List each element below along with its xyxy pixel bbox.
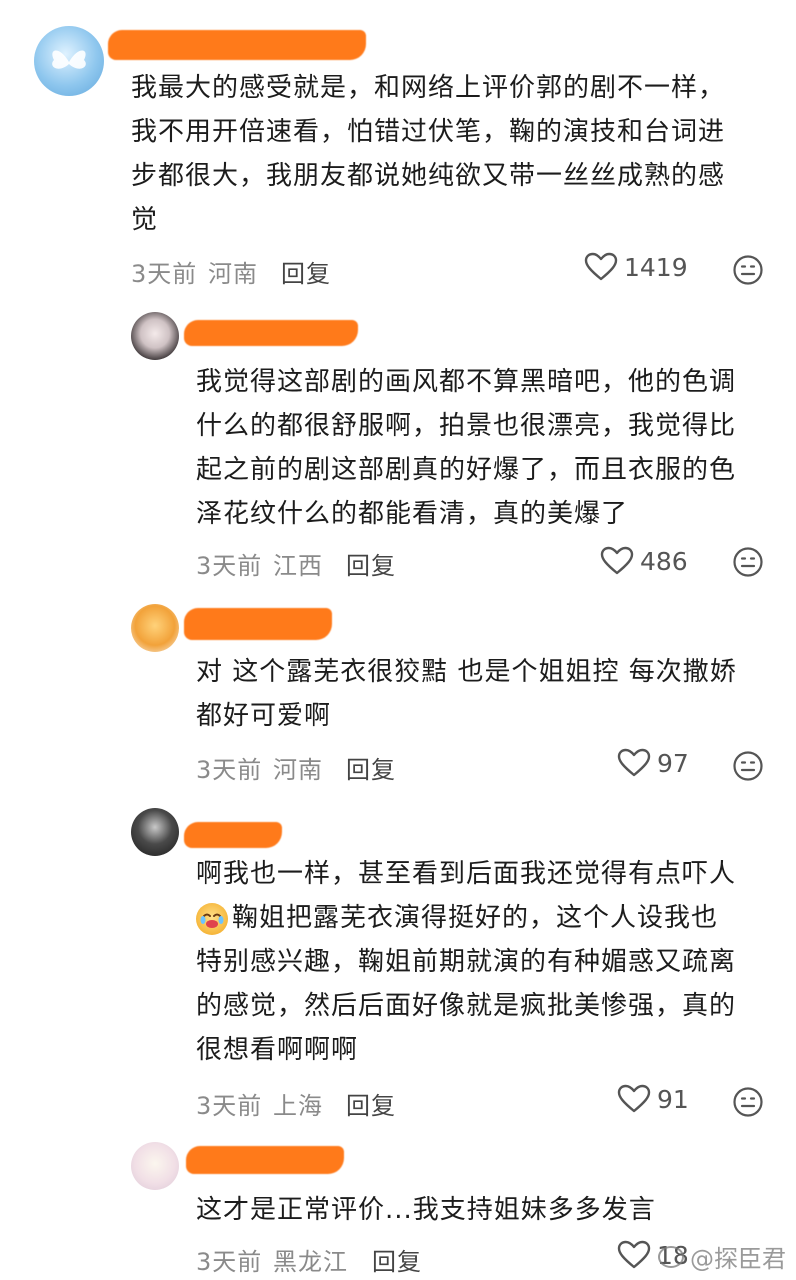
comment-line: 觉	[131, 205, 159, 235]
comment-location: 上海	[273, 1092, 323, 1120]
comment-line: 都好可爱啊	[196, 701, 332, 731]
avatar[interactable]	[131, 312, 179, 360]
heart-icon	[617, 748, 651, 777]
comment-time: 3天前	[131, 260, 198, 288]
reply-button[interactable]: 回复	[372, 1242, 422, 1277]
comment-text: 我觉得这部剧的画风都不算黑暗吧，他的色调 什么的都很舒服啊，拍景也很漂亮，我觉得…	[196, 360, 736, 536]
heart-icon	[600, 546, 634, 575]
comment-line: 步都很大，我朋友都说她纯欲又带一丝丝成熟的感	[131, 161, 726, 191]
like-count: 1419	[624, 252, 688, 282]
comment-time: 3天前	[196, 552, 263, 580]
like-button[interactable]: 97	[617, 748, 689, 778]
username-redacted[interactable]	[184, 822, 282, 848]
comment-line: 啊我也一样，甚至看到后面我还觉得有点吓人	[196, 859, 737, 889]
like-count: 486	[640, 546, 688, 576]
comment-location: 黑龙江	[273, 1248, 348, 1276]
heart-icon	[617, 1084, 651, 1113]
username-redacted[interactable]	[186, 1146, 344, 1174]
crying-laughing-emoji-icon	[196, 903, 228, 935]
comment-line: 什么的都很舒服啊，拍景也很漂亮，我觉得比	[196, 411, 737, 441]
emoji-react-icon[interactable]	[732, 546, 764, 578]
comment-line: 起之前的剧这部剧真的好爆了，而且衣服的色	[196, 455, 737, 485]
comment-line: 特别感兴趣，鞠姐前期就演的有种媚惑又疏离	[196, 947, 737, 977]
like-button[interactable]: 91	[617, 1084, 689, 1114]
comment-time: 3天前	[196, 1248, 263, 1276]
comment-text: 这才是正常评价...我支持姐妹多多发言	[196, 1188, 656, 1232]
reply-button[interactable]: 回复	[346, 750, 396, 785]
username-redacted[interactable]	[184, 608, 332, 640]
like-count: 91	[657, 1084, 689, 1114]
comment-time: 3天前	[196, 1092, 263, 1120]
comment-text: 啊我也一样，甚至看到后面我还觉得有点吓人 鞠姐把露芜衣演得挺好的，这个人设我也 …	[196, 852, 736, 1072]
emoji-react-icon[interactable]	[732, 1086, 764, 1118]
butterfly-icon	[52, 50, 86, 69]
like-button[interactable]: 486	[600, 546, 688, 576]
heart-icon	[617, 1240, 651, 1269]
like-button[interactable]: 1419	[584, 252, 688, 282]
weibo-logo-icon	[658, 1245, 684, 1268]
comment-line: 很想看啊啊啊	[196, 1035, 359, 1065]
comment-line: 这才是正常评价...我支持姐妹多多发言	[196, 1195, 656, 1225]
watermark-text: @探臣君	[690, 1245, 786, 1273]
comment-line: 的感觉，然后后面好像就是疯批美惨强，真的	[196, 991, 737, 1021]
reply-button[interactable]: 回复	[346, 1086, 396, 1121]
comment-line: 我最大的感受就是，和网络上评价郭的剧不一样，	[131, 73, 726, 103]
avatar[interactable]	[34, 26, 104, 96]
like-count: 97	[657, 748, 689, 778]
avatar[interactable]	[131, 808, 179, 856]
heart-icon	[584, 252, 618, 281]
comment-location: 河南	[273, 756, 323, 784]
comment-line: 泽花纹什么的都能看清，真的美爆了	[196, 499, 629, 529]
comment-time: 3天前	[196, 756, 263, 784]
comment-line: 对 这个露芜衣很狡黠 也是个姐姐控 每次撒娇	[196, 657, 737, 687]
comment-text: 对 这个露芜衣很狡黠 也是个姐姐控 每次撒娇 都好可爱啊	[196, 650, 737, 738]
username-redacted[interactable]	[184, 320, 358, 346]
reply-button[interactable]: 回复	[281, 254, 331, 289]
comment-line-text: 鞠姐把露芜衣演得挺好的，这个人设我也	[232, 903, 719, 933]
comment-line: 我不用开倍速看，怕错过伏笔，鞠的演技和台词进	[131, 117, 726, 147]
emoji-react-icon[interactable]	[732, 750, 764, 782]
reply-button[interactable]: 回复	[346, 546, 396, 581]
comment-text: 我最大的感受就是，和网络上评价郭的剧不一样， 我不用开倍速看，怕错过伏笔，鞠的演…	[131, 66, 725, 242]
comment-line: 鞠姐把露芜衣演得挺好的，这个人设我也	[196, 896, 736, 940]
comment-location: 江西	[273, 552, 323, 580]
comment-location: 河南	[208, 260, 258, 288]
watermark: @探臣君	[658, 1239, 786, 1274]
avatar[interactable]	[131, 1142, 179, 1190]
username-redacted[interactable]	[108, 30, 366, 60]
comment-line: 我觉得这部剧的画风都不算黑暗吧，他的色调	[196, 367, 737, 397]
avatar[interactable]	[131, 604, 179, 652]
emoji-react-icon[interactable]	[732, 254, 764, 286]
